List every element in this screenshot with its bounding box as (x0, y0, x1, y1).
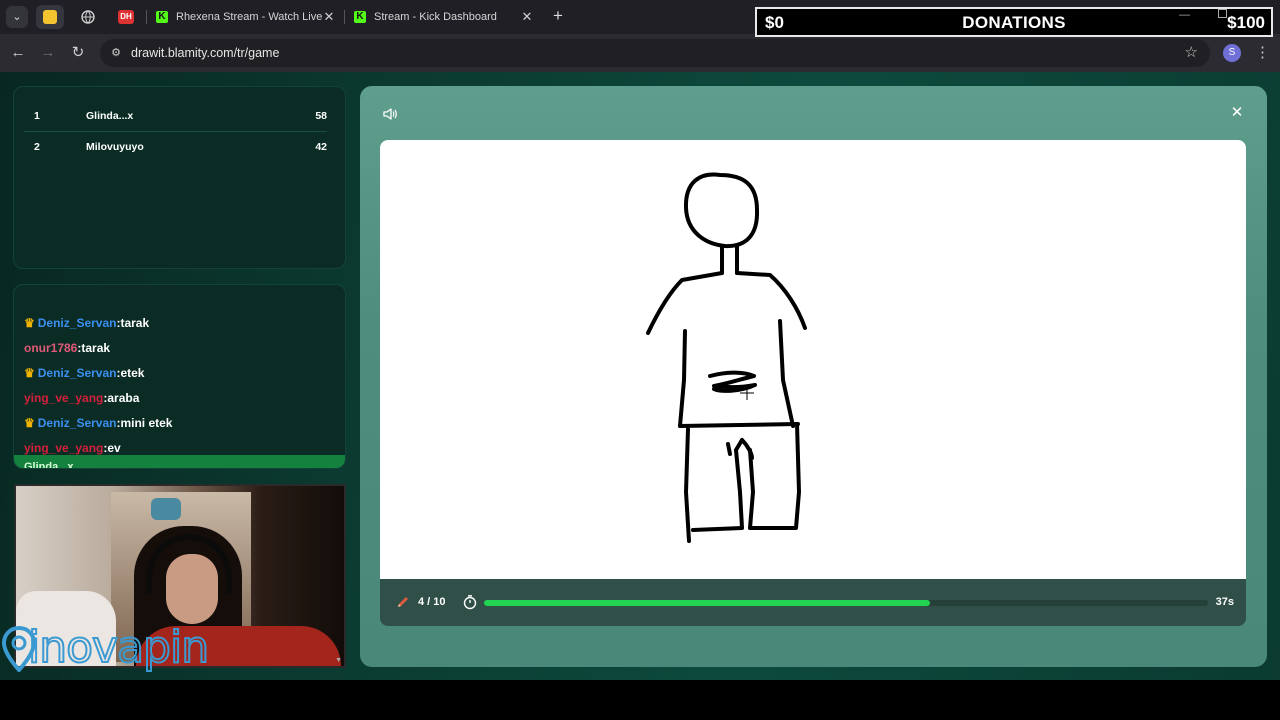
leaderboard-score: 58 (315, 110, 327, 122)
window-minimize-icon[interactable]: — (1179, 9, 1190, 21)
tab-rhexena-stream[interactable]: K Rhexena Stream - Watch Live o ✕ (148, 4, 344, 30)
kick-favicon: K (156, 11, 168, 23)
logo-wordmark: inovapin (27, 621, 210, 674)
time-progress-fill (484, 600, 930, 606)
back-arrow-icon[interactable]: ← (8, 43, 28, 63)
tab-separator (146, 10, 147, 24)
drawing-canvas[interactable] (380, 140, 1246, 579)
url-text: drawit.blamity.com/tr/game (131, 46, 280, 60)
close-tab-icon[interactable]: ✕ (322, 9, 336, 25)
leaderboard-score: 42 (315, 141, 327, 153)
crown-icon: ♛ (24, 316, 35, 330)
chat-text: :mini etek (116, 416, 173, 430)
scroll-down-icon: ▼ (335, 657, 342, 664)
globe-icon (81, 10, 95, 24)
pinned-tab-3[interactable]: DH (112, 5, 140, 29)
stopwatch-icon (463, 595, 477, 610)
dh-favicon: DH (118, 10, 134, 24)
donations-title: DONATIONS (962, 13, 1066, 32)
window-maximize-icon[interactable] (1218, 9, 1227, 18)
chat-username[interactable]: onur1786 (24, 341, 77, 355)
game-status-bar: 4 / 10 37s (380, 579, 1246, 626)
crown-icon: ♛ (24, 366, 35, 380)
round-counter: 4 / 10 (418, 596, 446, 608)
new-tab-button[interactable]: + (548, 6, 568, 26)
chat-text: :ev (103, 441, 121, 455)
close-tab-icon[interactable]: ✕ (520, 9, 534, 25)
leaderboard-row: 1 Glinda...x 58 (24, 101, 327, 131)
donations-current: $0 (765, 13, 784, 32)
chat-username[interactable]: Deniz_Servan (38, 416, 117, 430)
letterbox-bar (0, 680, 1280, 720)
time-remaining: 37s (1215, 596, 1234, 608)
game-card: ✕ 4 / 10 37s (360, 86, 1267, 667)
pencil-icon (398, 597, 408, 607)
chat-message: onur1786 :tarak (24, 339, 110, 357)
close-icon[interactable]: ✕ (1229, 105, 1245, 121)
chat-message: ♛ Deniz_Servan :mini etek (24, 414, 172, 432)
chat-text: :tarak (116, 316, 150, 330)
inovapin-logo: inovapin (0, 620, 260, 682)
pinned-tab-2[interactable] (74, 5, 102, 29)
chat-username[interactable]: Deniz_Servan (38, 316, 117, 330)
chat-username[interactable]: ying_ve_yang (24, 391, 103, 405)
pinned-tab-favicon (43, 10, 57, 24)
reload-icon[interactable]: ↻ (68, 43, 88, 63)
chat-message: ying_ve_yang :araba (24, 389, 139, 407)
tab-kick-dashboard[interactable]: K Stream - Kick Dashboard ✕ (346, 4, 542, 30)
tab-search-button[interactable]: ⌄ (6, 6, 28, 28)
more-menu-icon[interactable]: ⋮ (1255, 43, 1270, 61)
leaderboard-name: Glinda...x (86, 110, 134, 122)
correct-guess-text: Glinda...x (24, 461, 74, 469)
address-bar[interactable]: ⚙ drawit.blamity.com/tr/game ☆ (100, 39, 1210, 67)
forward-arrow-icon[interactable]: → (38, 43, 58, 63)
correct-guess-banner: Glinda...x (14, 455, 345, 469)
chat-text: :tarak (77, 341, 111, 355)
bookmark-star-icon[interactable]: ☆ (1185, 43, 1198, 61)
stick-figure-drawing (646, 172, 807, 543)
speaker-icon[interactable] (382, 106, 398, 122)
chat-username[interactable]: ying_ve_yang (24, 441, 103, 455)
leaderboard-rank: 2 (34, 141, 40, 153)
tab-separator (344, 10, 345, 24)
browser-toolbar: ← → ↻ ⚙ drawit.blamity.com/tr/game ☆ (0, 34, 1280, 72)
chat-panel: ♛ Deniz_Servan :tarak onur1786 :tarak ♛ … (13, 284, 346, 469)
leaderboard-row: 2 Milovuyuyo 42 (24, 132, 327, 162)
webcam-person-face (166, 554, 218, 624)
chat-message: ♛ Deniz_Servan :etek (24, 364, 144, 382)
crown-icon: ♛ (24, 416, 35, 430)
tab-title: Stream - Kick Dashboard (374, 11, 497, 23)
chat-message: ♛ Deniz_Servan :tarak (24, 314, 149, 332)
chat-username[interactable]: Deniz_Servan (38, 366, 117, 380)
leaderboard-panel: 1 Glinda...x 58 2 Milovuyuyo 42 (13, 86, 346, 269)
donations-goal: $100 (1227, 13, 1265, 32)
chat-text: :araba (103, 391, 140, 405)
time-progress-bar (484, 600, 1208, 606)
site-info-icon[interactable]: ⚙ (108, 45, 124, 61)
chat-text: :etek (116, 366, 145, 380)
pinned-tab-1[interactable] (36, 5, 64, 29)
leaderboard-name: Milovuyuyo (86, 141, 144, 153)
webcam-toy (151, 498, 181, 520)
tab-title: Rhexena Stream - Watch Live o (176, 11, 322, 23)
kick-favicon: K (354, 11, 366, 23)
leaderboard-rank: 1 (34, 110, 40, 122)
profile-avatar[interactable]: S (1223, 44, 1241, 62)
donations-overlay: DONATIONS $0 $100 (755, 7, 1273, 37)
